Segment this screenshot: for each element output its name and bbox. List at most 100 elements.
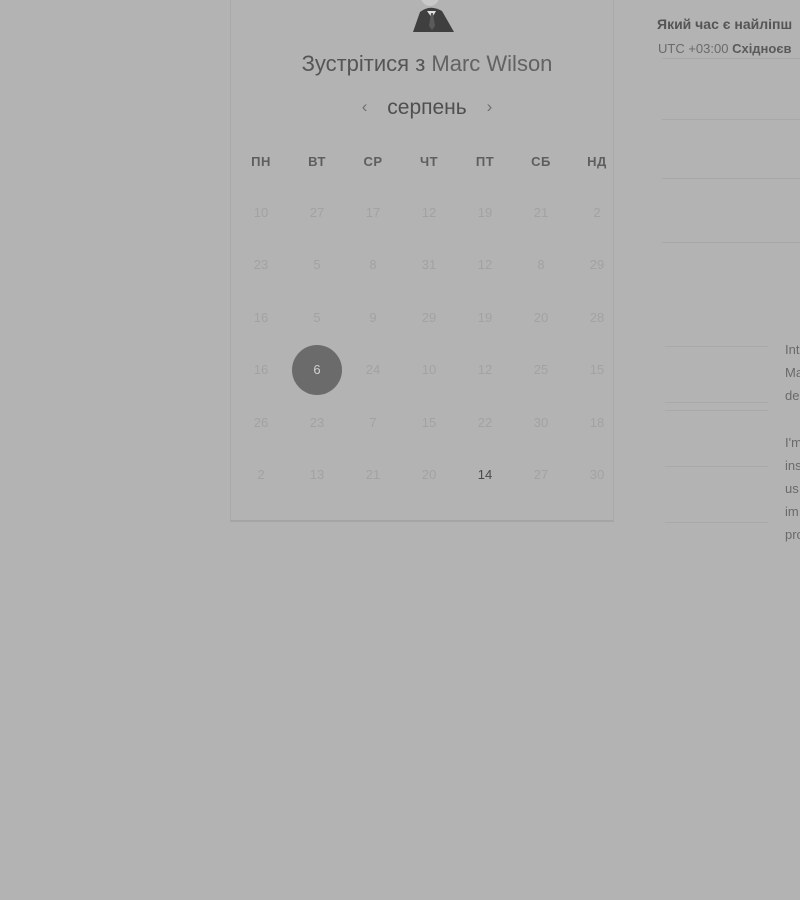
calendar-grid: 10 27 17 12 19 21 2 23 5 8 31 12 8 29 16 5 9 29 19 20 28 16 6 2… [233,186,625,501]
calendar-day: 26 [233,396,289,449]
description-line: I'm [785,434,800,450]
day-number: 12 [421,204,437,220]
divider [665,346,768,347]
day-number: 19 [477,204,493,220]
calendar-day: 10 [233,186,289,239]
day-number: 18 [589,414,605,430]
day-number: 2 [257,467,265,483]
calendar-day: 23 [233,239,289,292]
day-number: 14 [477,467,493,483]
weekday-label: ПТ [475,154,495,169]
day-number: 23 [309,414,325,430]
calendar-day: 20 [513,291,569,344]
calendar-day: 19 [457,291,513,344]
day-number: 21 [365,467,381,483]
time-slot[interactable] [662,242,800,302]
calendar-day: 27 [513,449,569,502]
day-number: 27 [533,467,549,483]
weekday-header: ПН ВТ СР ЧТ ПТ СБ НД [233,154,625,169]
weekday-label: ПН [251,154,271,169]
chevron-left-icon[interactable]: ‹ [362,97,368,117]
day-number: 23 [253,257,269,273]
day-number: 30 [533,414,549,430]
host-avatar [408,0,458,32]
day-number: 29 [421,309,437,325]
host-description: Int Ma de I'm ins us im pro [785,338,800,547]
title-prefix: Зустрітися з [301,51,426,76]
day-number: 12 [477,362,493,378]
divider [665,402,768,403]
day-number: 8 [369,257,377,273]
calendar-day: 31 [401,239,457,292]
time-slot[interactable] [662,182,800,243]
description-line: de [785,388,800,404]
day-number: 10 [421,362,437,378]
calendar-day: 16 [233,291,289,344]
day-number: 27 [309,204,325,220]
weekday-label: СБ [531,154,551,169]
day-number: 6 [292,344,342,395]
calendar-day: 10 [401,344,457,397]
day-number: 17 [365,204,381,220]
day-number: 10 [253,204,269,220]
day-number: 19 [477,309,493,325]
weekday-label: СР [363,154,383,169]
day-number: 24 [365,362,381,378]
calendar-day: 21 [345,449,401,502]
weekday-label: ВТ [308,154,326,169]
divider [665,410,768,411]
timezone-value[interactable]: UTC +03:00 Східноєв [658,41,792,56]
time-selection-panel: Який час є найліпш UTC +03:00 Східноєв I… [657,0,800,560]
description-line: ins [785,457,800,473]
calendar-day: 2 [569,186,625,239]
calendar-day: 8 [345,239,401,292]
calendar-day: 27 [289,186,345,239]
chevron-right-icon[interactable]: › [487,97,493,117]
divider [665,466,768,467]
meeting-title: Зустрітися з Marc Wilson [230,51,624,77]
month-navigation: ‹ серпень › [230,96,624,120]
description-line: im [785,504,799,520]
calendar-day: 25 [513,344,569,397]
calendar-day: 8 [513,239,569,292]
day-number: 7 [369,414,377,430]
calendar-day: 23 [289,396,345,449]
day-number: 16 [253,309,269,325]
timezone-name: Східноєв [732,41,792,56]
calendar-day: 15 [569,344,625,397]
selected-day[interactable]: 6 [289,344,345,397]
day-number: 8 [537,257,545,273]
calendar-day: 9 [345,291,401,344]
day-number: 21 [533,204,549,220]
calendar-day: 29 [401,291,457,344]
calendar-day: 18 [569,396,625,449]
day-number: 26 [253,414,269,430]
calendar-day: 21 [513,186,569,239]
time-slot[interactable] [662,58,800,120]
calendar-day: 30 [513,396,569,449]
day-number: 22 [477,414,493,430]
day-number: 12 [477,257,493,273]
calendar-day: 15 [401,396,457,449]
day-number: 29 [589,257,605,273]
divider [665,522,768,523]
time-slot[interactable] [662,118,800,179]
calendar-day: 5 [289,239,345,292]
day-number: 20 [533,309,549,325]
day-number: 15 [421,414,437,430]
calendar-day: 30 [569,449,625,502]
calendar-day: 5 [289,291,345,344]
calendar-day: 24 [345,344,401,397]
available-day[interactable]: 14 [457,449,513,502]
weekday-label: НД [587,154,607,169]
calendar-day: 19 [457,186,513,239]
timezone-question: Який час є найліпш [657,16,793,32]
day-number: 25 [533,362,549,378]
host-name: Marc Wilson [431,51,553,76]
calendar-day: 12 [457,344,513,397]
day-number: 28 [589,309,605,325]
calendar-day: 7 [345,396,401,449]
description-line [785,408,800,431]
description-line: us [785,481,799,497]
calendar-day: 12 [457,239,513,292]
